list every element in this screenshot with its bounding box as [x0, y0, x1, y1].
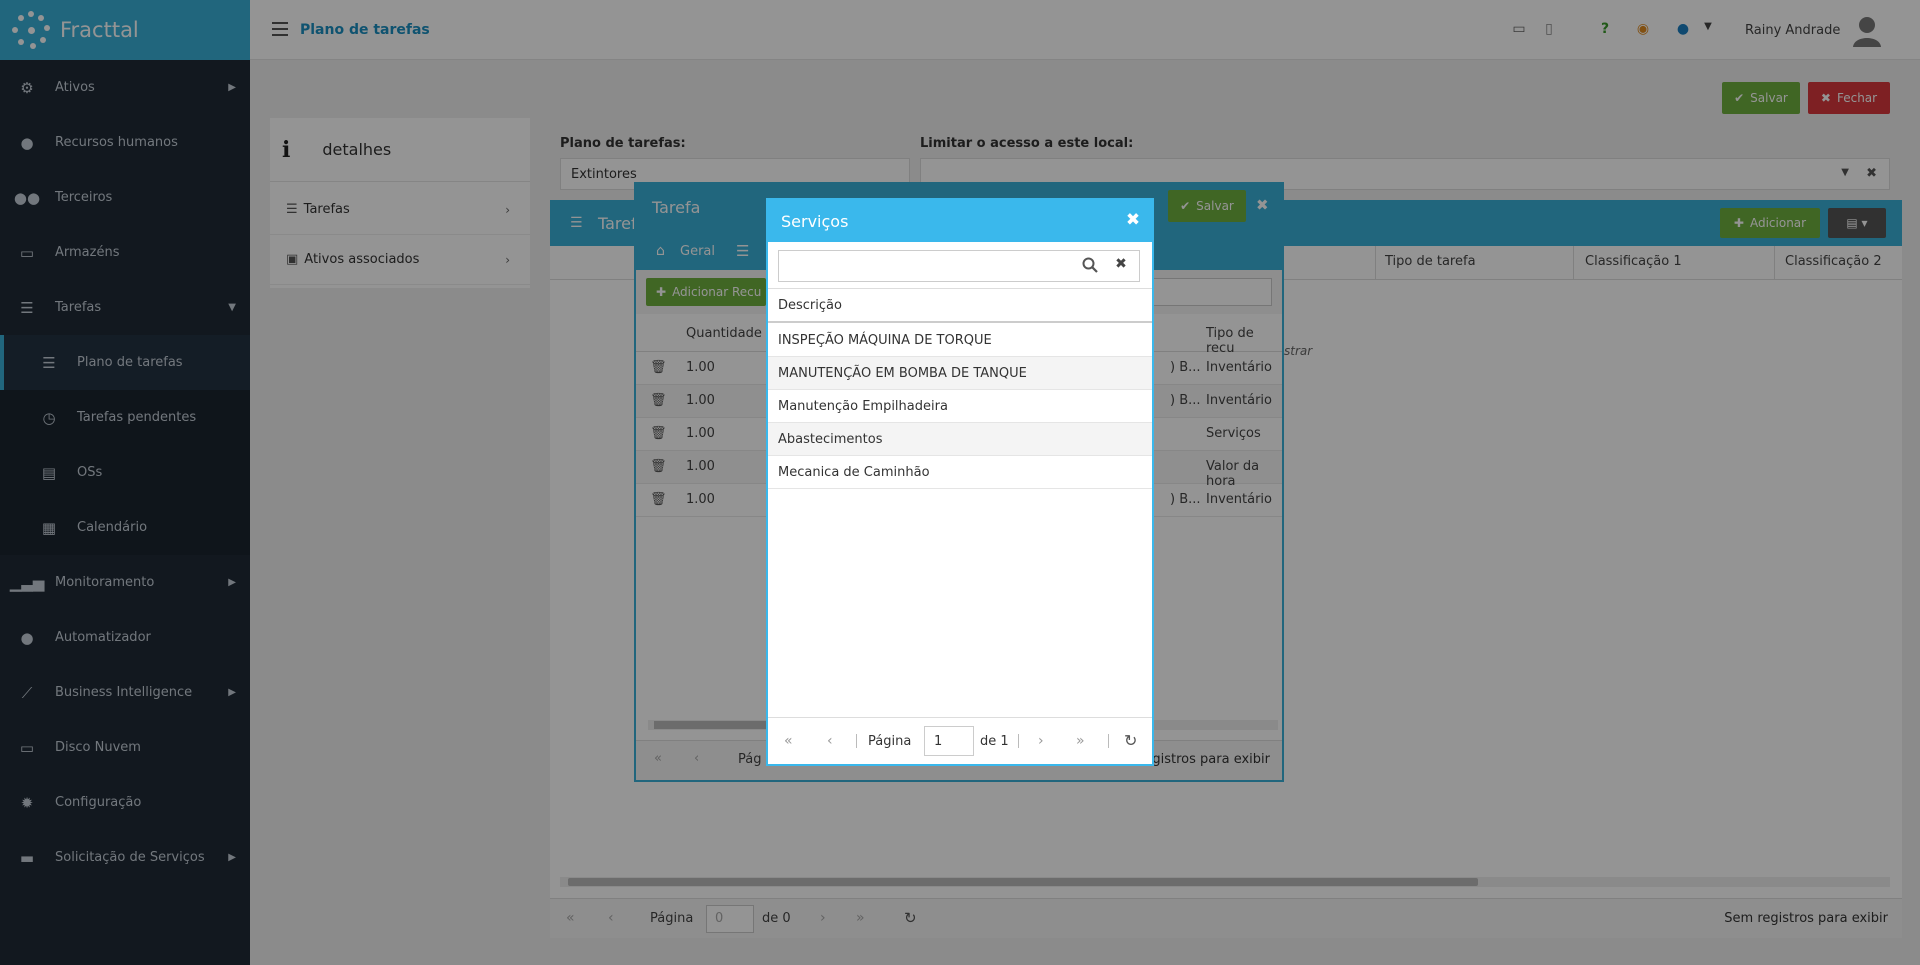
service-description: Manutenção Empilhadeira	[778, 398, 948, 414]
next-page-icon[interactable]: ›	[1038, 733, 1044, 749]
list-item[interactable]: Abastecimentos	[768, 423, 1152, 456]
list-item[interactable]: Manutenção Empilhadeira	[768, 390, 1152, 423]
clear-search-icon[interactable]: ✖	[1112, 256, 1130, 274]
first-page-icon[interactable]: «	[784, 733, 793, 749]
services-dialog-title: Serviços	[781, 211, 849, 231]
page-label: Página	[868, 734, 912, 749]
page-total: de 1	[980, 734, 1009, 749]
list-item[interactable]: INSPEÇÃO MÁQUINA DE TORQUE	[768, 324, 1152, 357]
close-icon[interactable]: ✖	[1122, 210, 1144, 232]
services-dialog-header: Serviços	[768, 200, 1152, 242]
service-description: INSPEÇÃO MÁQUINA DE TORQUE	[778, 332, 992, 348]
page-input[interactable]: 1	[924, 726, 974, 756]
search-icon[interactable]	[1082, 257, 1100, 275]
pager-divider	[856, 734, 857, 748]
pager-divider	[1108, 734, 1109, 748]
pager-divider	[1018, 734, 1019, 748]
column-header-descricao[interactable]: Descrição	[768, 288, 1152, 323]
previous-page-icon[interactable]: ‹	[827, 733, 833, 749]
service-description: MANUTENÇÃO EM BOMBA DE TANQUE	[778, 365, 1027, 381]
list-item[interactable]: MANUTENÇÃO EM BOMBA DE TANQUE	[768, 357, 1152, 390]
list-item[interactable]: Mecanica de Caminhão	[768, 456, 1152, 489]
refresh-icon[interactable]: ↻	[1124, 731, 1137, 750]
service-description: Mecanica de Caminhão	[778, 464, 930, 480]
last-page-icon[interactable]: »	[1076, 733, 1085, 749]
service-description: Abastecimentos	[778, 431, 883, 447]
column-header-label: Descrição	[778, 297, 842, 313]
